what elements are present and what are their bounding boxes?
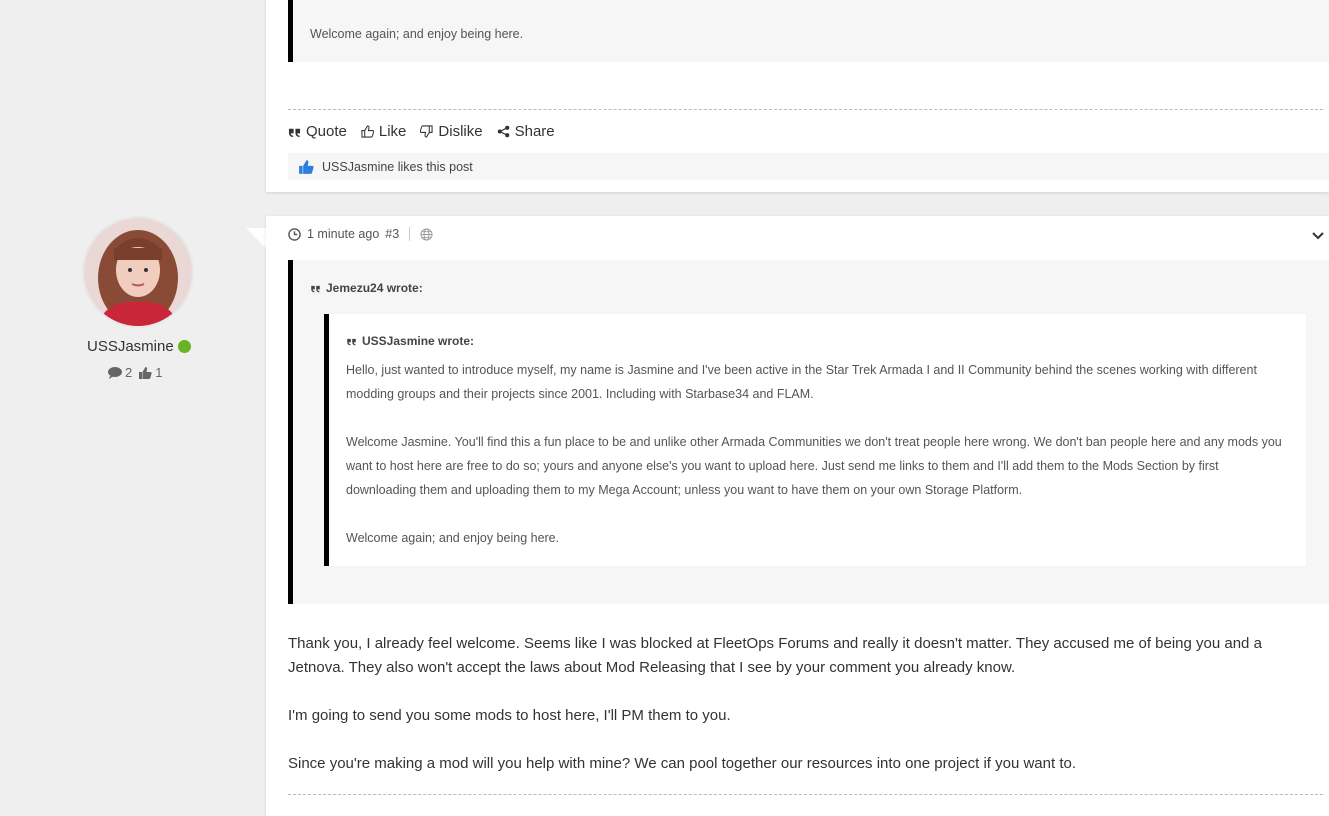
inner-quote: USSJasmine wrote: Hello, just wanted to …: [324, 314, 1306, 566]
thumbs-up-outline-icon: [361, 125, 374, 138]
post-actions: Quote Like Dislike Share: [288, 123, 555, 140]
post-card: 1 minute ago #3 Jemezu24 wrote: USSJasmi…: [266, 216, 1329, 816]
outer-quote-head: Jemezu24 wrote:: [310, 281, 423, 295]
like-label: Like: [378, 123, 407, 140]
thumbs-down-outline-icon: [420, 125, 433, 138]
share-label: Share: [514, 123, 555, 140]
inner-quote-paragraph: Welcome Jasmine. You'll find this a fun …: [346, 435, 1282, 497]
quote-label: Quote: [306, 123, 347, 140]
post-paragraph: I'm going to send you some mods to host …: [288, 707, 731, 724]
inner-quote-paragraph: Hello, just wanted to introduce myself, …: [346, 363, 1257, 401]
quote-icon: [347, 338, 356, 346]
divider: [288, 109, 1323, 110]
author-username[interactable]: USSJasmine: [87, 338, 174, 355]
thumbs-up-icon: [139, 366, 152, 379]
dislike-label: Dislike: [438, 123, 483, 140]
post-paragraph: Thank you, I already feel welcome. Seems…: [288, 635, 1262, 676]
outer-quote: Jemezu24 wrote: USSJasmine wrote: Hello,…: [288, 260, 1329, 604]
like-button[interactable]: Like: [361, 123, 407, 140]
post-paragraph: Since you're making a mod will you help …: [288, 755, 1077, 772]
quote-icon: [288, 128, 301, 138]
likes-bar: USSJasmine likes this post: [288, 153, 1329, 180]
chevron-down-icon[interactable]: [1311, 228, 1325, 242]
share-button[interactable]: Share: [497, 123, 555, 140]
speech-tail: [246, 228, 266, 248]
inner-quote-head: USSJasmine wrote:: [346, 334, 474, 348]
posts-count-group: 2: [108, 365, 132, 380]
quote-button[interactable]: Quote: [288, 123, 347, 140]
posts-count: 2: [125, 365, 133, 380]
post-time: 1 minute ago: [307, 227, 380, 241]
clock-icon: [288, 227, 301, 241]
thumbs-up-filled-icon: [299, 159, 314, 174]
author-stats: 2 1: [108, 365, 162, 380]
divider: [288, 794, 1323, 795]
meta-separator: [409, 227, 411, 241]
likes-count-group: 1: [138, 365, 162, 380]
likes-text[interactable]: USSJasmine likes this post: [322, 160, 473, 174]
previous-post-quote: Welcome again; and enjoy being here.: [288, 0, 1329, 62]
quote-text: Welcome again; and enjoy being here.: [310, 27, 524, 41]
post-body: Thank you, I already feel welcome. Seems…: [288, 632, 1318, 800]
inner-quote-body: Hello, just wanted to introduce myself, …: [346, 358, 1291, 550]
avatar[interactable]: [82, 216, 194, 328]
likes-count: 1: [155, 365, 163, 380]
online-status-dot: [177, 340, 191, 353]
avatar-image: [84, 218, 192, 326]
inner-quote-paragraph: Welcome again; and enjoy being here.: [346, 531, 560, 545]
share-icon: [497, 125, 509, 138]
post-number[interactable]: #3: [385, 227, 399, 241]
outer-quote-author: Jemezu24 wrote:: [326, 281, 423, 295]
inner-quote-author: USSJasmine wrote:: [362, 334, 475, 348]
comment-icon: [108, 366, 122, 379]
dislike-button[interactable]: Dislike: [420, 123, 483, 140]
post-meta: 1 minute ago #3: [288, 227, 433, 241]
globe-icon[interactable]: [420, 227, 433, 241]
quote-icon: [311, 285, 320, 293]
previous-post-card: Welcome again; and enjoy being here. Quo…: [266, 0, 1329, 192]
author-username-row: USSJasmine: [87, 338, 191, 355]
